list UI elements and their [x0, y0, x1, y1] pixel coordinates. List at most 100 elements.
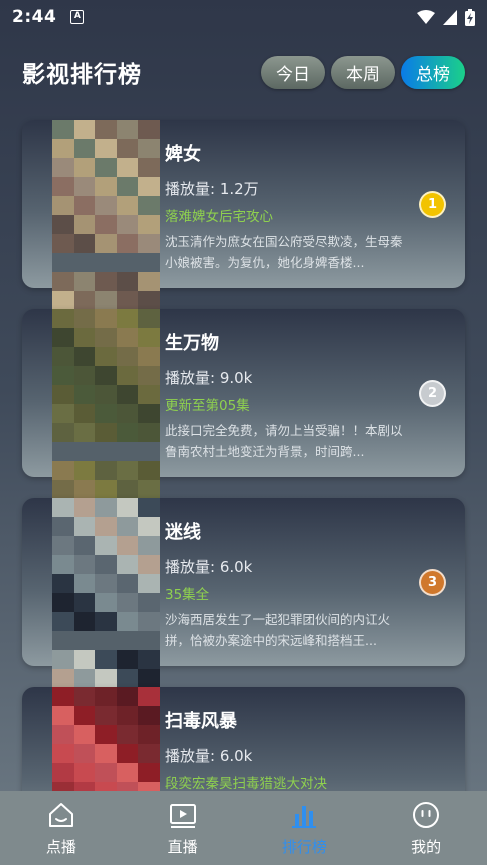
- poster-pixel: [138, 177, 160, 196]
- page-title: 影视排行榜: [22, 62, 142, 88]
- poster-pixel: [52, 498, 74, 517]
- poster-pixel: [52, 650, 74, 669]
- poster-pixel: [95, 687, 117, 706]
- poster-pixel: [73, 158, 96, 177]
- poster-pixel: [52, 366, 74, 385]
- poster-pixel: [116, 612, 139, 631]
- poster-pixel: [138, 612, 160, 631]
- rank-badge: 3: [419, 569, 446, 596]
- battery-charging-icon: [465, 8, 475, 26]
- poster-pixel: [73, 612, 96, 631]
- poster-pixel: [138, 404, 160, 423]
- poster-pixel: [116, 404, 139, 423]
- nav-label: 点播: [45, 837, 76, 856]
- poster-pixel: [138, 347, 160, 366]
- poster-pixel: [116, 725, 139, 744]
- ranking-card[interactable]: 迷线 播放量: 6.0k 35集全 沙海西居发生了一起犯罪团伙间的内讧火拼，恰被…: [22, 498, 465, 688]
- poster-pixel: [73, 404, 96, 423]
- poster-pixel: [95, 631, 117, 650]
- poster-pixel: [138, 196, 160, 215]
- status-bar: 2:44 A: [0, 0, 487, 34]
- poster-pixel: [95, 366, 117, 385]
- poster-pixel: [52, 480, 74, 499]
- poster-pixel: [116, 574, 139, 593]
- poster-pixel: [52, 347, 74, 366]
- poster-pixel: [73, 291, 96, 310]
- header: 影视排行榜 今日 本周 总榜: [0, 50, 487, 94]
- poster-pixel: [138, 120, 160, 139]
- poster-pixel: [73, 706, 96, 725]
- poster-pixel: [52, 215, 74, 234]
- poster-pixel: [95, 744, 117, 763]
- poster-pixel: [73, 725, 96, 744]
- bottom-nav: 点播 直播 排行榜 我的: [0, 791, 487, 865]
- rank-badge: 2: [419, 380, 446, 407]
- poster-pixel: [116, 158, 139, 177]
- poster-pixel: [116, 139, 139, 158]
- poster-pixel: [95, 480, 117, 499]
- poster-image: [52, 309, 160, 499]
- poster-pixel: [73, 120, 96, 139]
- poster-pixel: [52, 272, 74, 291]
- poster-pixel: [116, 253, 139, 272]
- poster-pixel: [95, 725, 117, 744]
- poster-pixel: [116, 272, 139, 291]
- tab-overall[interactable]: 总榜: [401, 55, 465, 89]
- poster-pixel: [138, 461, 160, 480]
- poster-pixel: [116, 215, 139, 234]
- play-screen-icon: [169, 803, 196, 828]
- item-play-count: 播放量: 6.0k: [165, 558, 253, 576]
- tab-this-week[interactable]: 本周: [331, 55, 395, 89]
- poster-pixel: [138, 498, 160, 517]
- poster-pixel: [52, 404, 74, 423]
- nav-label: 直播: [167, 837, 198, 856]
- poster-pixel: [138, 253, 160, 272]
- poster-pixel: [52, 687, 74, 706]
- item-title: 婢女: [165, 144, 201, 165]
- nav-item-vod[interactable]: 点播: [0, 791, 122, 865]
- ranking-card[interactable]: 婢女 播放量: 1.2万 落难婢女后宅攻心 沈玉清作为庶女在国公府受尽欺凌，生母…: [22, 120, 465, 310]
- poster-pixel: [138, 366, 160, 385]
- poster-pixel: [116, 498, 139, 517]
- poster-pixel: [116, 517, 139, 536]
- poster-pixel: [116, 309, 139, 328]
- nav-label: 排行榜: [281, 837, 327, 856]
- poster-pixel: [52, 461, 74, 480]
- poster-pixel: [95, 272, 117, 291]
- nav-item-live[interactable]: 直播: [122, 791, 244, 865]
- poster-pixel: [138, 480, 160, 499]
- poster-pixel: [116, 555, 139, 574]
- nav-item-ranking[interactable]: 排行榜: [244, 791, 366, 865]
- status-icons: [417, 8, 475, 26]
- item-description: 沙海西居发生了一起犯罪团伙间的内讧火拼，恰被办案途中的宋远峰和搭档王...: [165, 612, 391, 648]
- poster-pixel: [138, 139, 160, 158]
- poster-pixel: [95, 309, 117, 328]
- poster-pixel: [52, 253, 74, 272]
- poster-pixel: [95, 442, 117, 461]
- profile-face-icon: [413, 801, 440, 828]
- item-title: 迷线: [165, 522, 201, 543]
- poster-pixel: [52, 196, 74, 215]
- poster-pixel: [95, 763, 117, 782]
- poster-pixel: [116, 744, 139, 763]
- poster-pixel: [52, 669, 74, 688]
- poster-pixel: [52, 517, 74, 536]
- poster-pixel: [73, 650, 96, 669]
- poster-pixel: [116, 442, 139, 461]
- poster-pixel: [73, 687, 96, 706]
- poster-pixel: [95, 706, 117, 725]
- nav-item-profile[interactable]: 我的: [365, 791, 487, 865]
- poster-pixel: [116, 687, 139, 706]
- poster-pixel: [52, 631, 74, 650]
- poster-pixel: [52, 291, 74, 310]
- item-play-count: 播放量: 1.2万: [165, 180, 259, 198]
- poster-pixel: [138, 442, 160, 461]
- bar-chart-icon: [292, 805, 317, 828]
- poster-pixel: [52, 158, 74, 177]
- signal-icon: [443, 9, 457, 25]
- ranking-card[interactable]: 生万物 播放量: 9.0k 更新至第05集 此接口完全免费，请勿上当受骗！！本剧…: [22, 309, 465, 499]
- wifi-icon: [417, 9, 435, 24]
- poster-pixel: [73, 309, 96, 328]
- poster-pixel: [52, 423, 74, 442]
- tab-today[interactable]: 今日: [261, 55, 325, 89]
